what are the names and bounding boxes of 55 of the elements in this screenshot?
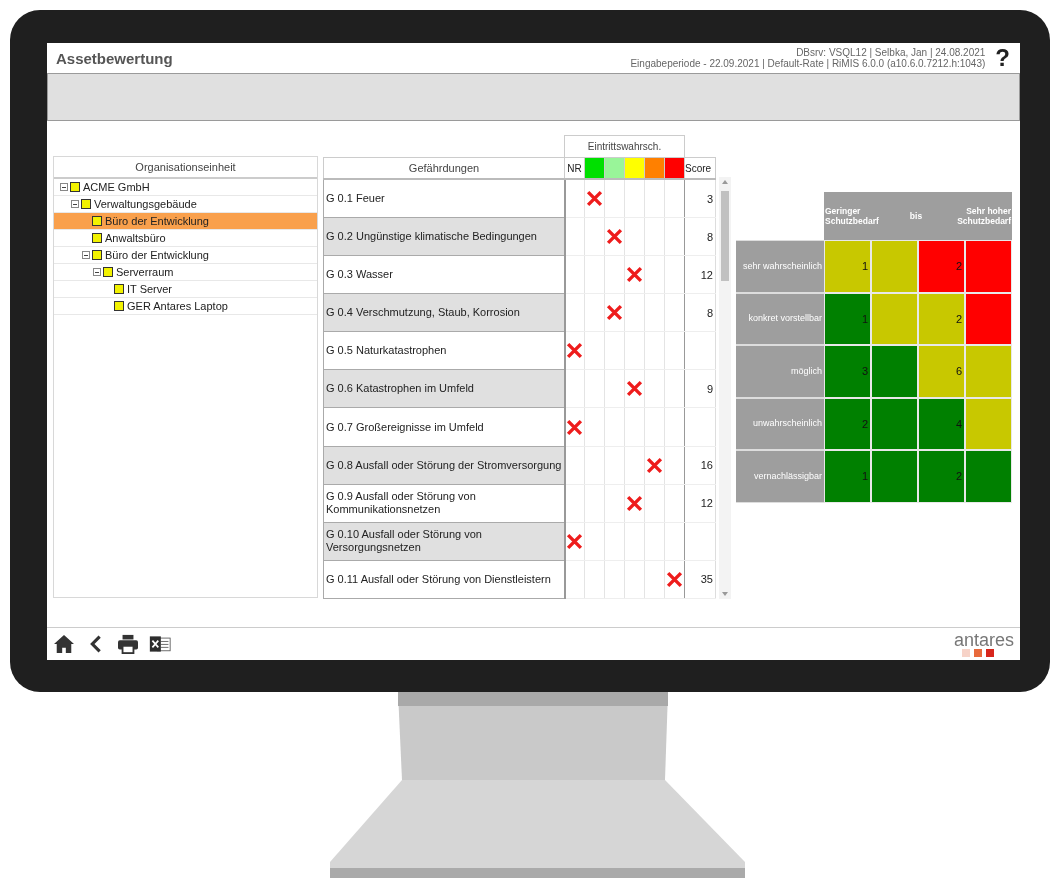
- score-cell: 8: [684, 293, 716, 332]
- tree-item[interactable]: Büro der Entwicklung: [54, 247, 317, 264]
- row-header: vernachlässigbar: [736, 450, 824, 503]
- tree-item-label: Büro der Entwicklung: [105, 249, 209, 261]
- matrix-cell[interactable]: 2: [918, 292, 965, 345]
- matrix-cell[interactable]: 6: [918, 345, 965, 398]
- column-header: Organisationseinheit: [54, 157, 317, 179]
- matrix-cell[interactable]: 1: [824, 292, 871, 345]
- row-header: sehr wahrscheinlich: [736, 240, 824, 293]
- score-cell: 12: [684, 484, 716, 523]
- tree-item-label: GER Antares Laptop: [127, 300, 228, 312]
- tree-item[interactable]: GER Antares Laptop: [54, 298, 317, 315]
- help-button[interactable]: ?: [991, 45, 1014, 71]
- matrix-header-label: Geringer Schutzbedarf: [825, 206, 880, 226]
- row-header: möglich: [736, 345, 824, 398]
- matrix-cell[interactable]: 1: [824, 450, 871, 503]
- matrix-header-label: bis: [909, 211, 923, 221]
- tree-item-label: ACME GmbH: [83, 181, 150, 193]
- matrix-cell[interactable]: 2: [918, 450, 965, 503]
- column-header: Gefährdungen: [323, 157, 565, 179]
- brand-logo-text: antares: [953, 631, 1014, 649]
- score-cell: 12: [684, 255, 716, 294]
- column-header: Score: [684, 157, 716, 179]
- matrix-cell[interactable]: 2: [824, 397, 871, 450]
- tree-item-label: Verwaltungsgebäude: [94, 198, 197, 210]
- tree-item-label: IT Server: [127, 283, 173, 295]
- score-cell: 9: [684, 369, 716, 408]
- score-cell: 3: [684, 179, 716, 218]
- matrix-cell[interactable]: 4: [918, 397, 965, 450]
- tree-item-label: Büro der Entwicklung: [105, 215, 209, 227]
- tree-item[interactable]: Büro der Entwicklung: [54, 213, 317, 230]
- score-cell: 8: [684, 217, 716, 256]
- tree-item[interactable]: Serverraum: [54, 264, 317, 281]
- row-header: konkret vorstellbar: [736, 292, 824, 345]
- matrix-cell[interactable]: 1: [824, 240, 871, 293]
- hazard-cell[interactable]: G 0.6 Katastrophen im Umfeld: [323, 369, 565, 408]
- hazard-cell[interactable]: G 0.11 Ausfall oder Störung von Dienstleistern: [323, 560, 565, 599]
- tree-item[interactable]: Anwaltsbüro: [54, 230, 317, 247]
- hazard-cell[interactable]: G 0.2 Ungünstige klimatische Bedingungen: [323, 217, 565, 256]
- matrix-cell[interactable]: 2: [918, 240, 965, 293]
- matrix-cell[interactable]: 3: [824, 345, 871, 398]
- hazard-cell[interactable]: G 0.10 Ausfall oder Störung von Versorgungsnetzen: [323, 522, 565, 561]
- hazard-cell[interactable]: G 0.8 Ausfall oder Störung der Stromversorgung: [323, 446, 565, 485]
- tree-item[interactable]: ACME GmbH: [54, 179, 317, 196]
- hazard-cell[interactable]: G 0.4 Verschmutzung, Staub, Korrosion: [323, 293, 565, 332]
- tree-item-label: Serverraum: [116, 266, 174, 278]
- score-cell: 35: [684, 560, 716, 599]
- matrix-header-label: Sehr hoher Schutzbedarf: [956, 206, 1011, 226]
- row-header: unwahrscheinlich: [736, 397, 824, 450]
- tree-item[interactable]: IT Server: [54, 281, 317, 298]
- tree-item-label: Anwaltsbüro: [105, 232, 166, 244]
- score-cell: 16: [684, 446, 716, 485]
- page-title: Assetbewertung: [56, 49, 173, 67]
- session-info: Eingabeperiode - 22.09.2021 | Default-Rate | RiMIS 6.0.0 (a10.6.0.7212.h:1043): [630, 58, 986, 69]
- session-info: DBsrv: VSQL12 | Selbka, Jan | 24.08.2021: [796, 47, 986, 58]
